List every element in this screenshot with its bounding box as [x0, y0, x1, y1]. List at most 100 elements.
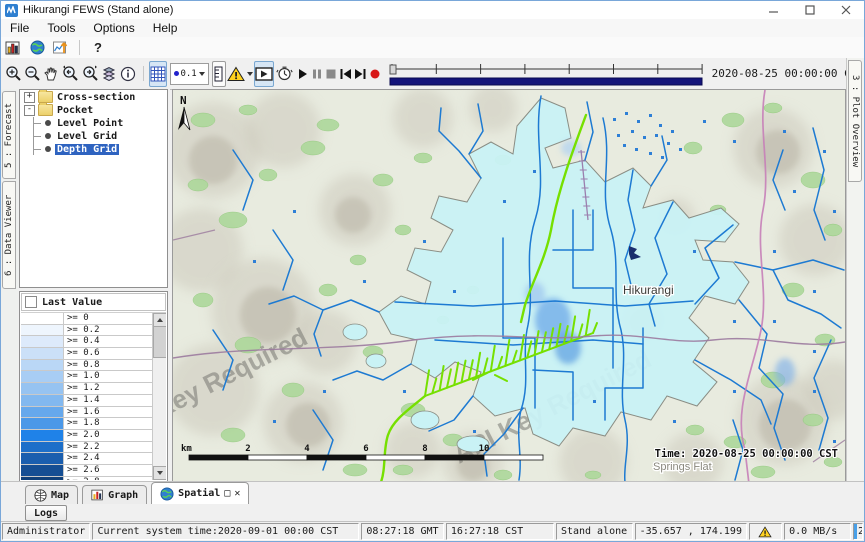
warnings-dropdown-button[interactable] [226, 61, 254, 87]
maximize-button[interactable] [792, 1, 828, 19]
pause-button[interactable] [310, 61, 324, 87]
globe-icon [34, 489, 47, 502]
tree-node-label[interactable]: Cross-section [57, 92, 135, 103]
legend-color-swatch [21, 407, 64, 418]
tree-node-pocket[interactable]: - Pocket [20, 104, 167, 116]
layers-icon[interactable] [100, 61, 119, 87]
legend-row[interactable]: >= 0.4 [21, 336, 153, 348]
menu-item-options[interactable]: Options [84, 20, 143, 36]
timeseries-chart-icon[interactable] [49, 38, 73, 57]
tree-leaf-level-point[interactable]: Level Point [34, 117, 167, 129]
scroll-up-icon[interactable] [153, 313, 166, 327]
record-button[interactable] [368, 61, 382, 87]
scroll-thumb[interactable] [153, 326, 166, 358]
animation-movie-button[interactable] [254, 61, 274, 87]
legend-row[interactable]: >= 0.2 [21, 325, 153, 337]
zoom-next-icon[interactable] [80, 61, 100, 87]
scale-ruler-button[interactable] [212, 61, 226, 87]
legend-row[interactable]: >= 2.2 [21, 442, 153, 454]
zoom-in-icon[interactable] [4, 61, 23, 87]
legend-row[interactable]: >= 0.6 [21, 348, 153, 360]
tab-spatial[interactable]: Spatial □ ✕ [151, 482, 249, 504]
scale-tick-label: 8 [422, 444, 427, 454]
tree-leaf-depth-grid[interactable]: Depth Grid [34, 143, 167, 155]
logs-button[interactable]: Logs [25, 505, 67, 521]
collapse-icon[interactable]: - [24, 105, 35, 116]
legend-row[interactable]: >= 0.8 [21, 360, 153, 372]
tab-map[interactable]: Map [25, 485, 78, 504]
legend-row[interactable]: >= 1.8 [21, 418, 153, 430]
legend-row[interactable]: >= 1.4 [21, 395, 153, 407]
status-warning-icon[interactable] [749, 523, 783, 540]
status-coordinates: -35.657 , 174.199 [635, 523, 747, 540]
zoom-previous-icon[interactable] [60, 61, 80, 87]
bar-chart-icon [91, 489, 104, 501]
tree-leaf-label[interactable]: Depth Grid [55, 144, 119, 155]
last-value-checkbox[interactable] [25, 296, 37, 308]
legend-row[interactable]: >= 2.6 [21, 465, 153, 477]
bottom-tab-bar: Map Graph Spatial □ ✕ [1, 481, 864, 504]
zoom-out-icon[interactable] [23, 61, 42, 87]
tab-graph[interactable]: Graph [82, 485, 147, 504]
legend-color-swatch [21, 465, 64, 476]
legend-row[interactable]: >= 1.2 [21, 383, 153, 395]
point-icon [174, 71, 179, 76]
legend-panel: Last Value >= 0>= 0.2>= 0.4>= 0.6>= 0.8>… [19, 291, 168, 482]
legend-value-label: >= 1.4 [64, 395, 153, 406]
minimize-button[interactable] [756, 1, 792, 19]
pan-hand-icon[interactable] [42, 61, 60, 87]
grid-display-button[interactable] [149, 61, 167, 87]
time-slider[interactable] [388, 61, 706, 87]
scroll-down-icon[interactable] [153, 466, 166, 480]
close-button[interactable] [828, 1, 864, 19]
legend-color-swatch [21, 418, 64, 429]
tab-maximize-icon[interactable]: □ [224, 488, 230, 499]
bullet-icon [45, 146, 51, 152]
legend-row[interactable]: >= 2.0 [21, 430, 153, 442]
scale-tick-label: 10 [479, 444, 490, 454]
svg-text:N: N [180, 94, 187, 107]
expand-icon[interactable]: + [24, 92, 35, 103]
map-time-label: Time: 2020-08-25 00:00:00 CST [655, 448, 838, 460]
legend-value-label: >= 0.4 [64, 336, 153, 347]
map-toolbar: 0.1 [1, 58, 864, 90]
tab-data-viewer[interactable]: 6 : Data Viewer [2, 181, 16, 289]
tree-leaf-level-grid[interactable]: Level Grid [34, 130, 167, 142]
legend-row[interactable]: >= 2.4 [21, 453, 153, 465]
legend-color-swatch [21, 395, 64, 406]
animation-timer-icon[interactable] [275, 61, 294, 87]
folder-icon [38, 104, 53, 116]
main-toolbar: ? [1, 37, 864, 59]
menu-bar: FileToolsOptionsHelp [1, 19, 864, 38]
map-view[interactable]: API Key Required API Key Required [172, 89, 846, 482]
legend-row[interactable]: >= 1.0 [21, 371, 153, 383]
last-frame-button[interactable] [353, 61, 368, 87]
title-bar[interactable]: Hikurangi FEWS (Stand alone) [1, 1, 864, 20]
tab-close-icon[interactable]: ✕ [234, 488, 240, 499]
menu-item-file[interactable]: File [1, 20, 38, 36]
last-value-label: Last Value [42, 297, 102, 308]
info-icon[interactable] [119, 61, 137, 87]
stop-button[interactable] [324, 61, 338, 87]
database-viewer-icon[interactable] [1, 38, 25, 57]
help-button[interactable]: ? [86, 38, 110, 57]
menu-item-help[interactable]: Help [144, 20, 187, 36]
play-button[interactable] [296, 61, 310, 87]
tree-node-label[interactable]: Pocket [57, 105, 93, 116]
tree-leaf-label[interactable]: Level Point [55, 118, 125, 129]
legend-row[interactable]: >= 1.6 [21, 407, 153, 419]
tab-plot-overview[interactable]: 3 : Plot Overview [848, 60, 862, 182]
tree-leaf-label[interactable]: Level Grid [55, 131, 119, 142]
first-frame-button[interactable] [338, 61, 353, 87]
legend-row[interactable]: >= 0 [21, 313, 153, 325]
tab-forecast[interactable]: 5 : Forecast [2, 91, 16, 179]
legend-value-label: >= 2.0 [64, 430, 153, 441]
legend-scrollbar[interactable] [152, 313, 166, 480]
last-value-row: Last Value [21, 293, 166, 311]
legend-color-swatch [21, 383, 64, 394]
legend-row[interactable]: >= 2.8 [21, 477, 153, 480]
point-size-dropdown[interactable]: 0.1 [170, 63, 208, 85]
globe-map-icon[interactable] [25, 38, 49, 57]
status-system-time: Current system time:2020-09-01 00:00 CST [92, 523, 359, 540]
menu-item-tools[interactable]: Tools [38, 20, 84, 36]
